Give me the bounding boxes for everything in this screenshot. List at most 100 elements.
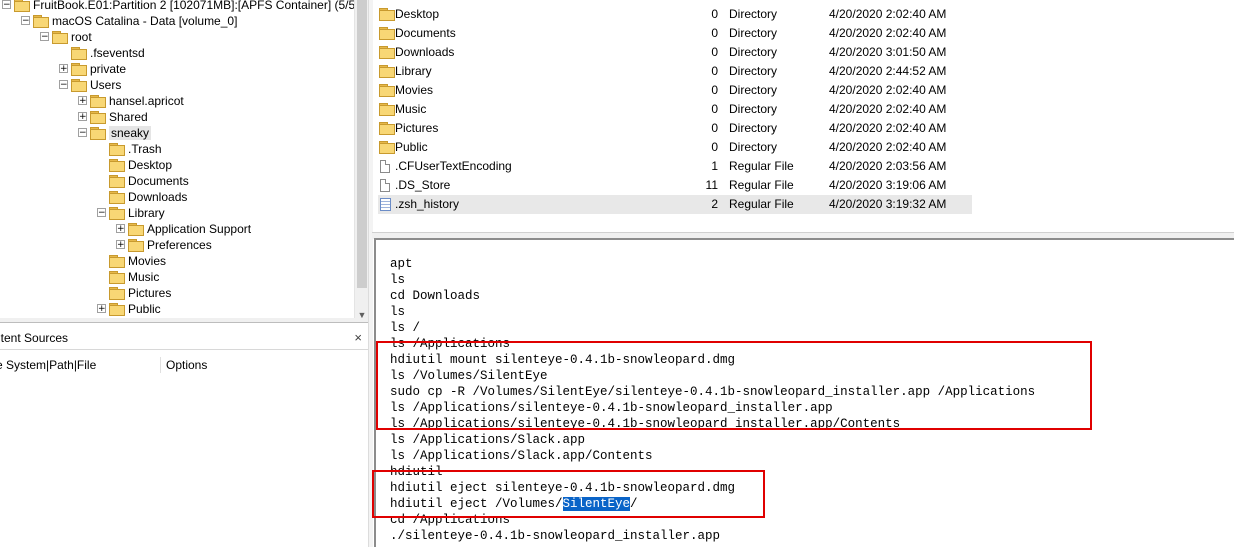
history-line[interactable]: ls / (390, 320, 420, 336)
tree-node[interactable]: Music (97, 268, 159, 284)
history-line[interactable]: hdiutil eject /Volumes/SilentEye/ (390, 496, 638, 512)
file-list-row[interactable]: Movies0Directory4/20/2020 2:02:40 AM (378, 81, 972, 100)
tree-spacer (59, 48, 68, 57)
tree-node[interactable]: +Shared (78, 108, 148, 124)
expand-icon[interactable]: + (78, 112, 87, 121)
file-name: Public (395, 138, 428, 157)
tree-node[interactable]: − macOS Catalina - Data [volume_0] (21, 12, 237, 28)
file-name: Pictures (395, 119, 438, 138)
collapse-icon[interactable]: − (21, 16, 30, 25)
collapse-icon[interactable]: − (78, 128, 87, 137)
close-icon[interactable]: × (354, 327, 362, 349)
history-line[interactable]: cd Downloads (390, 288, 480, 304)
history-line-text: hdiutil eject /Volumes/ (390, 497, 563, 511)
history-line[interactable]: ls /Applications/silenteye-0.4.1b-snowle… (390, 416, 900, 432)
tree-node[interactable]: +Preferences (116, 236, 212, 252)
folder-icon (71, 47, 87, 59)
column-header-options[interactable]: Options (166, 355, 207, 375)
evidence-tree: −FruitBook.E01:Partition 2 [102071MB]:[A… (0, 0, 354, 318)
history-line[interactable]: ls (390, 272, 405, 288)
tree-node-label: macOS Catalina - Data [volume_0] (52, 14, 237, 28)
file-list-row[interactable]: Public0Directory4/20/2020 2:02:40 AM (378, 138, 972, 157)
tree-scrollbar-thumb[interactable] (357, 0, 367, 288)
file-list-row[interactable]: .DS_Store11Regular File4/20/2020 3:19:06… (378, 176, 972, 195)
column-divider[interactable] (160, 357, 161, 373)
expand-icon[interactable]: + (78, 96, 87, 105)
text-viewer[interactable]: aptlscd Downloadslsls /ls /Applicationsh… (374, 238, 1234, 547)
file-list-row[interactable]: .zsh_history2Regular File4/20/2020 3:19:… (378, 195, 972, 214)
history-line[interactable]: ./silenteye-0.4.1b-snowleopard_installer… (390, 528, 720, 544)
history-line[interactable]: ls /Applications/Slack.app (390, 432, 585, 448)
collapse-icon[interactable]: − (2, 0, 11, 9)
file-date: 4/20/2020 2:02:40 AM (829, 5, 946, 24)
file-name: Movies (395, 81, 433, 100)
tree-node[interactable]: −root (40, 28, 92, 44)
tree-node[interactable]: +private (59, 60, 126, 76)
history-line[interactable]: hdiutil mount silenteye-0.4.1b-snowleopa… (390, 352, 735, 368)
history-line[interactable]: ls /Volumes/SilentEye (390, 368, 548, 384)
tree-node[interactable]: Documents (97, 172, 189, 188)
tree-vertical-scrollbar[interactable]: ▼ (354, 0, 369, 322)
tree-node[interactable]: .fseventsd (59, 44, 145, 60)
expand-icon[interactable]: + (116, 224, 125, 233)
folder-icon (379, 103, 395, 115)
file-list-row[interactable]: Library0Directory4/20/2020 2:44:52 AM (378, 62, 972, 81)
file-list-row[interactable]: Music0Directory4/20/2020 2:02:40 AM (378, 100, 972, 119)
folder-icon (109, 271, 125, 283)
tree-node[interactable]: Desktop (97, 156, 172, 172)
file-name: Music (395, 100, 426, 119)
tree-node[interactable]: .Trash (97, 140, 162, 156)
file-list-row[interactable]: Desktop0Directory4/20/2020 2:02:40 AM (378, 5, 972, 24)
file-list-row[interactable]: Documents0Directory4/20/2020 2:02:40 AM (378, 24, 972, 43)
selected-text[interactable]: SilentEye (563, 497, 631, 511)
file-name: Desktop (395, 5, 439, 24)
tree-node[interactable]: Downloads (97, 188, 187, 204)
content-sources-columns: e System|Path|File Options (0, 355, 368, 375)
file-type: Directory (729, 5, 777, 24)
tree-node[interactable]: +Application Support (116, 220, 251, 236)
file-date: 4/20/2020 2:02:40 AM (829, 100, 946, 119)
history-line[interactable]: ls /Applications/Slack.app/Contents (390, 448, 653, 464)
tree-spacer (97, 160, 106, 169)
file-size: 11 (648, 176, 718, 195)
history-line[interactable]: hdiutil (390, 464, 443, 480)
file-list-row[interactable]: .CFUserTextEncoding1Regular File4/20/202… (378, 157, 972, 176)
folder-icon (109, 159, 125, 171)
folder-icon (379, 27, 395, 39)
text-file-icon (380, 198, 391, 211)
tree-node[interactable]: + Public (97, 300, 161, 316)
collapse-icon[interactable]: − (97, 208, 106, 217)
history-line[interactable]: ls (390, 304, 405, 320)
file-list-row[interactable]: Pictures0Directory4/20/2020 2:02:40 AM (378, 119, 972, 138)
collapse-icon[interactable]: − (59, 80, 68, 89)
collapse-icon[interactable]: − (40, 32, 49, 41)
tree-node[interactable]: Movies (97, 252, 166, 268)
expand-icon[interactable]: + (97, 304, 106, 313)
expand-icon[interactable]: + (116, 240, 125, 249)
history-line[interactable]: ls /Applications (390, 336, 510, 352)
vertical-splitter[interactable] (368, 0, 373, 547)
file-list-row[interactable]: Downloads0Directory4/20/2020 3:01:50 AM (378, 43, 972, 62)
tree-node[interactable]: −Library (97, 204, 165, 220)
tree-node-label: Users (90, 78, 121, 92)
tree-node[interactable]: Pictures (97, 284, 171, 300)
file-date: 4/20/2020 2:02:40 AM (829, 24, 946, 43)
tree-node-label: Pictures (128, 286, 171, 300)
tree-node-label: FruitBook.E01:Partition 2 [102071MB]:[AP… (33, 0, 354, 12)
history-line[interactable]: cd /Applications (390, 512, 510, 528)
tree-node[interactable]: −sneaky (78, 124, 151, 140)
history-line[interactable]: sudo cp -R /Volumes/SilentEye/silenteye-… (390, 384, 1035, 400)
folder-icon (109, 191, 125, 203)
tree-node[interactable]: +hansel.apricot (78, 92, 184, 108)
history-line[interactable]: apt (390, 256, 413, 272)
tree-node[interactable]: − FruitBook.E01:Partition 2 [102071MB]:[A… (2, 0, 354, 12)
expand-icon[interactable]: + (59, 64, 68, 73)
folder-icon (90, 95, 106, 107)
tree-node[interactable]: − Users (59, 76, 121, 92)
tree-node-label: Public (128, 302, 161, 316)
tree-spacer (97, 272, 106, 281)
history-line[interactable]: ls /Applications/silenteye-0.4.1b-snowle… (390, 400, 833, 416)
file-size: 0 (648, 138, 718, 157)
history-line[interactable]: hdiutil eject silenteye-0.4.1b-snowleopa… (390, 480, 735, 496)
column-header-path[interactable]: e System|Path|File (0, 355, 96, 375)
